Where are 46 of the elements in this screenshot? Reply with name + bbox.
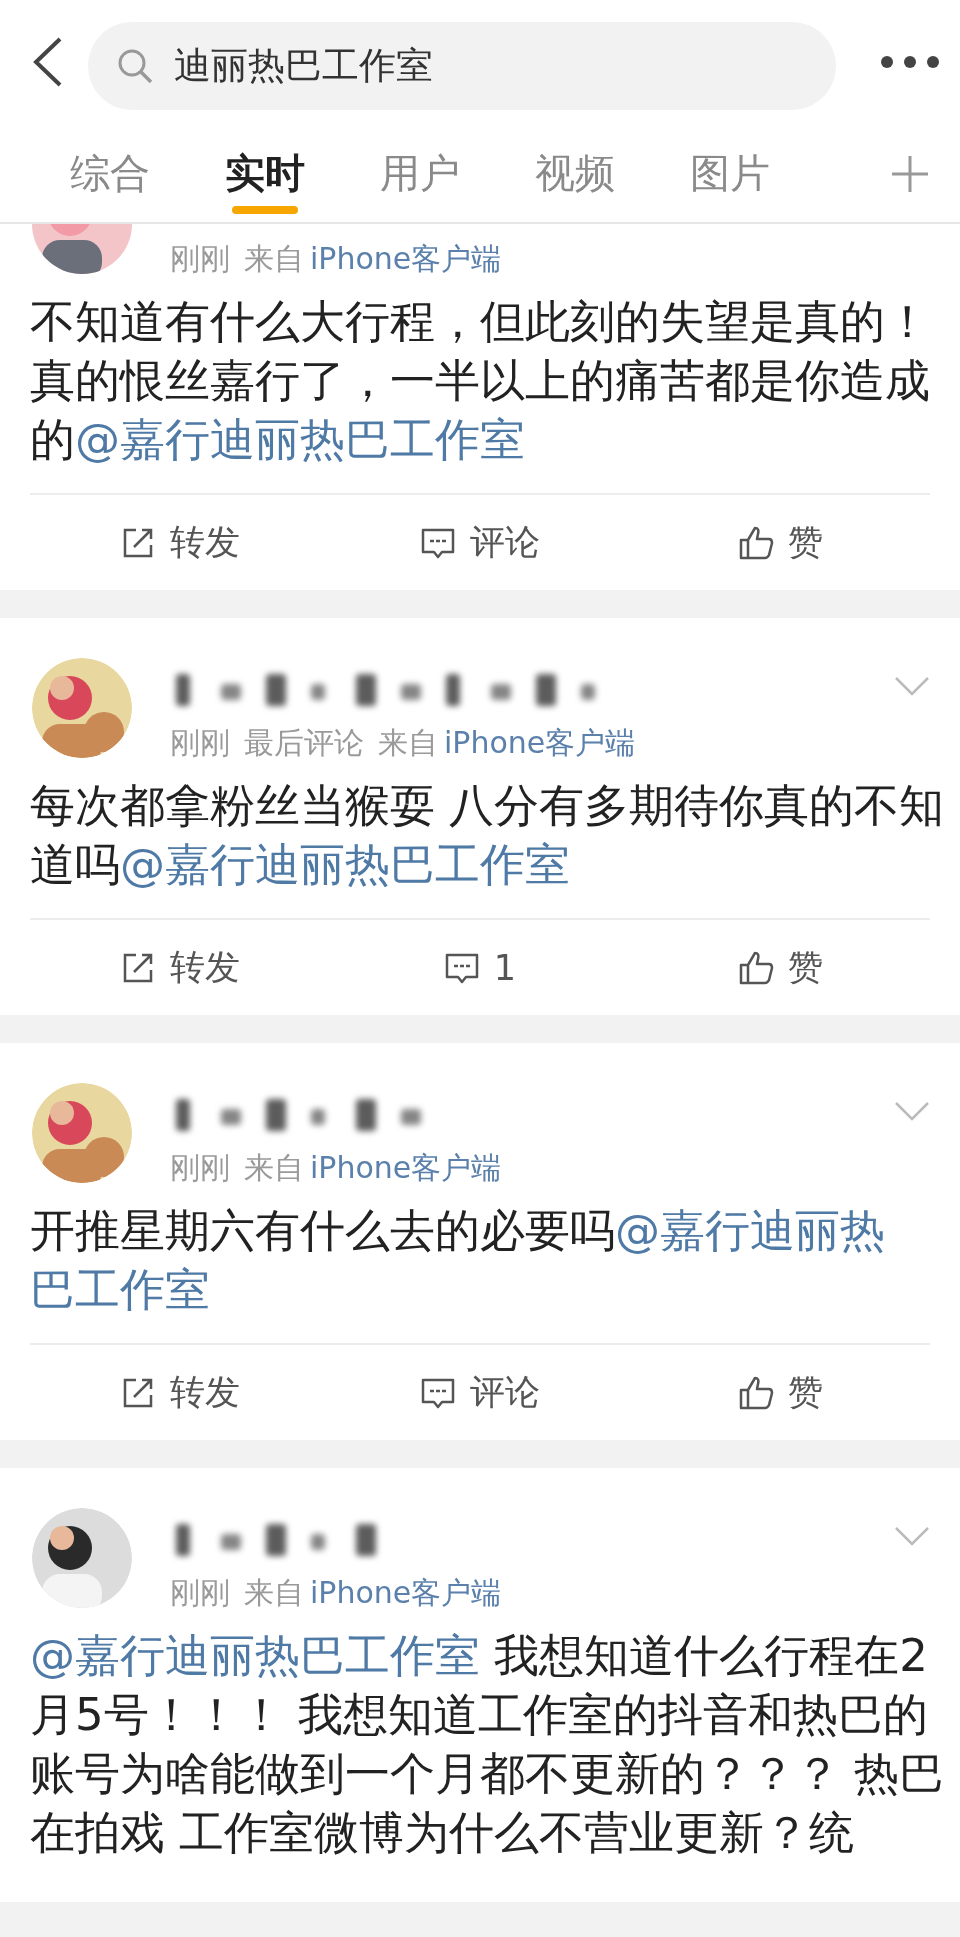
mention-link[interactable]: @嘉行迪丽热巴工作室 xyxy=(75,413,525,466)
source-link[interactable]: iPhone客户端 xyxy=(310,1153,502,1183)
thumbs-up-icon xyxy=(737,524,774,561)
post-time: 刚刚 xyxy=(170,244,230,274)
post-note: 最后评论 xyxy=(244,728,364,758)
post-time: 刚刚 xyxy=(170,728,230,758)
tab[interactable]: 用户 xyxy=(342,124,497,222)
chevron-down-icon[interactable] xyxy=(894,1101,930,1121)
source-link[interactable]: iPhone客户端 xyxy=(310,1578,502,1608)
tab[interactable]: 综合 xyxy=(32,124,187,222)
mention-link[interactable]: @嘉行迪丽热巴工作室 xyxy=(120,838,570,891)
comment-button[interactable]: 1 xyxy=(330,920,630,1015)
plus-icon[interactable] xyxy=(890,154,930,194)
thumbs-up-icon xyxy=(737,1374,774,1411)
repost-button[interactable]: 转发 xyxy=(30,1345,330,1440)
tab[interactable]: 图片 xyxy=(652,124,807,222)
mention-link[interactable]: @嘉行迪丽热巴工作室 xyxy=(30,1629,480,1682)
post-time: 刚刚 xyxy=(170,1578,230,1608)
post-text: 开推星期六有什么去的必要吗@嘉行迪丽热 巴工作室 xyxy=(30,1203,886,1318)
post-text: 不知道有什么大行程，但此刻的失望是真的！真的恨丝嘉行了，一半以上的痛苦都是你造成的@嘉行迪丽热巴工作室 xyxy=(30,294,931,468)
search-field[interactable]: 迪丽热巴工作室 xyxy=(88,22,836,110)
comment-button[interactable]: 评论 xyxy=(330,495,630,590)
repost-button[interactable]: 转发 xyxy=(30,920,330,1015)
tab[interactable]: 实时 xyxy=(187,124,342,222)
source-label: 来自 xyxy=(244,244,304,274)
mention-link[interactable]: @嘉行迪丽热 xyxy=(615,1204,885,1257)
search-icon xyxy=(116,47,154,85)
repost-button[interactable]: 转发 xyxy=(30,495,330,590)
post-time: 刚刚 xyxy=(170,1153,230,1183)
source-link[interactable]: iPhone客户端 xyxy=(444,728,636,758)
like-button[interactable]: 赞 xyxy=(630,1345,930,1440)
like-button[interactable]: 赞 xyxy=(630,920,930,1015)
source-label: 来自 xyxy=(378,728,438,758)
like-button[interactable]: 赞 xyxy=(630,495,930,590)
post-text: 每次都拿粉丝当猴耍 八分有多期待你真的不知道吗@嘉行迪丽热巴工作室 xyxy=(30,778,946,893)
thumbs-up-icon xyxy=(737,949,774,986)
chevron-down-icon[interactable] xyxy=(894,1526,930,1546)
source-label: 来自 xyxy=(244,1153,304,1183)
more-icon[interactable] xyxy=(880,55,940,69)
chevron-down-icon[interactable] xyxy=(894,676,930,696)
post-text: @嘉行迪丽热巴工作室 我想知道什么行程在2月5号！！！ 我想知道工作室的抖音和热巴的账号为啥能做到一个月都不更新的？？？ 热巴在拍戏 工作室微博为什么不营业更新？统 xyxy=(30,1628,946,1861)
source-link[interactable]: iPhone客户端 xyxy=(310,244,502,274)
source-label: 来自 xyxy=(244,1578,304,1608)
tab[interactable]: 视频 xyxy=(497,124,652,222)
mention-link[interactable]: 巴工作室 xyxy=(30,1263,210,1316)
comment-button[interactable]: 评论 xyxy=(330,1345,630,1440)
